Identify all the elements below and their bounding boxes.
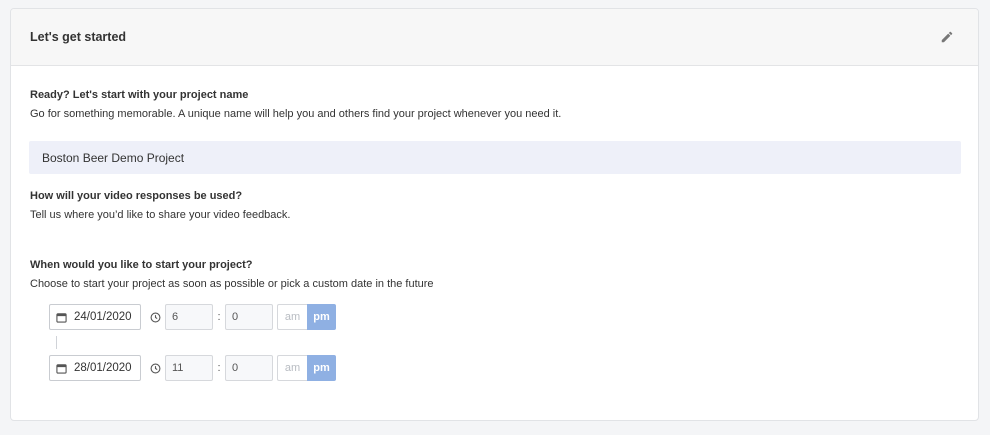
start-pm-button[interactable]: pm (307, 304, 336, 330)
end-am-button[interactable]: am (277, 355, 307, 381)
schedule-description: Choose to start your project as soon as … (30, 278, 434, 290)
edit-button[interactable] (938, 28, 956, 46)
project-name-input[interactable] (29, 141, 961, 174)
project-setup-card: Let's get started Ready? Let's start wit… (10, 8, 979, 421)
start-ampm-toggle: am pm (277, 304, 336, 330)
video-usage-description: Tell us where you’d like to share your v… (30, 209, 291, 221)
clock-icon (150, 312, 161, 323)
calendar-icon (56, 312, 67, 323)
start-date-picker[interactable]: 24/01/2020 (49, 304, 141, 330)
end-pm-button[interactable]: pm (307, 355, 336, 381)
project-name-description: Go for something memorable. A unique nam… (30, 108, 562, 120)
card-title: Let's get started (30, 30, 127, 44)
end-date-value: 28/01/2020 (74, 362, 132, 374)
pencil-icon (940, 30, 954, 44)
clock-icon (150, 363, 161, 374)
end-minute-input[interactable] (225, 355, 273, 381)
start-hour-input[interactable] (165, 304, 213, 330)
time-separator: : (217, 362, 221, 374)
end-date-picker[interactable]: 28/01/2020 (49, 355, 141, 381)
start-date-value: 24/01/2020 (74, 311, 132, 323)
start-datetime-row: 24/01/2020 : am pm (49, 304, 336, 330)
calendar-icon (56, 363, 67, 374)
end-datetime-row: 28/01/2020 : am pm (49, 355, 336, 381)
time-separator: : (217, 311, 221, 323)
end-ampm-toggle: am pm (277, 355, 336, 381)
schedule-title: When would you like to start your projec… (30, 259, 253, 271)
range-connector-line (56, 336, 57, 349)
card-header: Let's get started (11, 9, 978, 66)
video-usage-title: How will your video responses be used? (30, 190, 243, 202)
project-name-title: Ready? Let's start with your project nam… (30, 89, 249, 101)
start-am-button[interactable]: am (277, 304, 307, 330)
end-hour-input[interactable] (165, 355, 213, 381)
start-minute-input[interactable] (225, 304, 273, 330)
